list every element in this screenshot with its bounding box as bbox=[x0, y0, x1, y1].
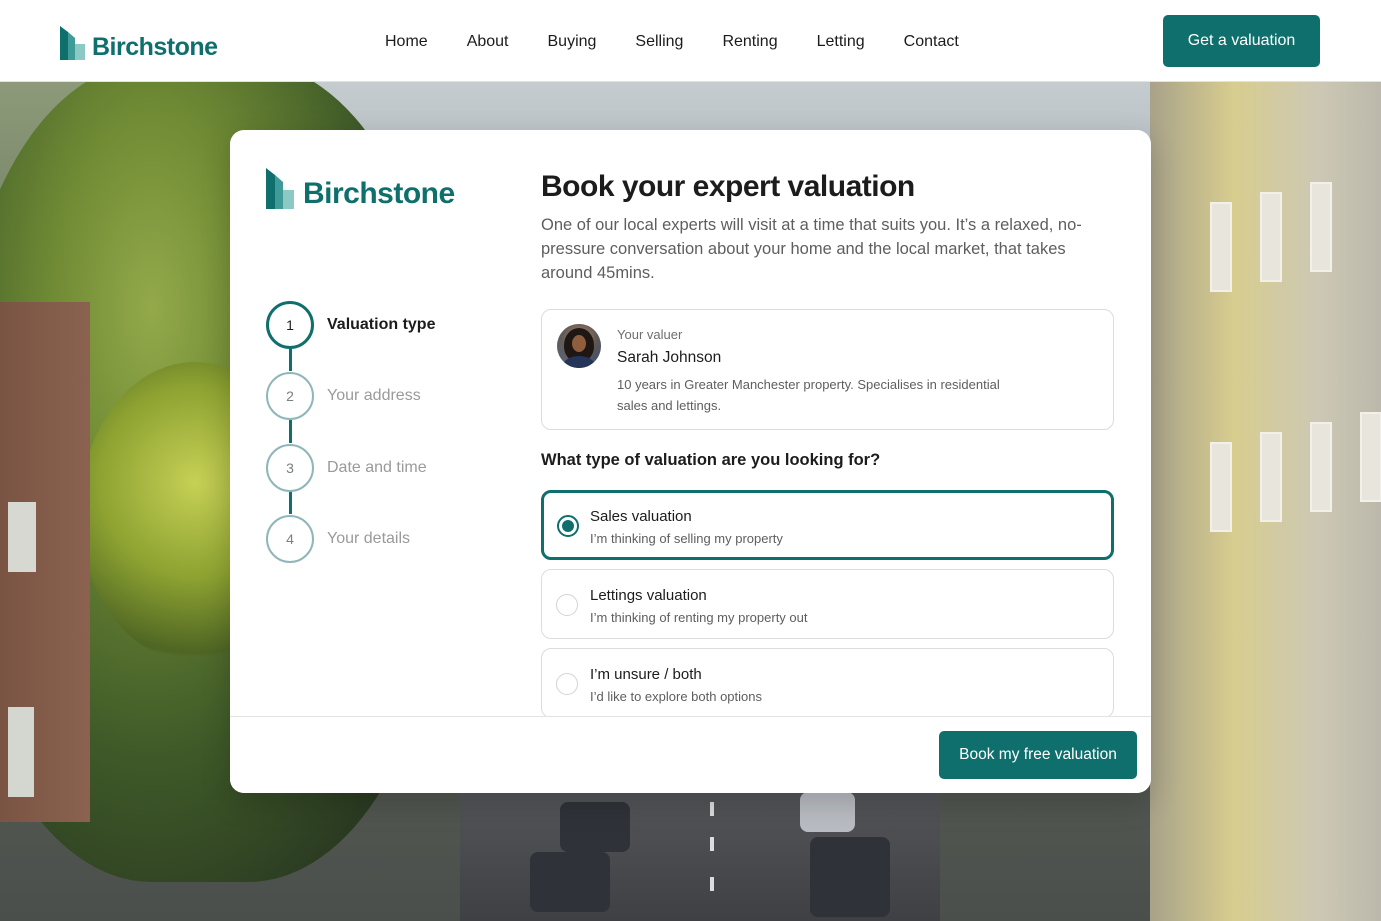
brand-wordmark: Birchstone bbox=[92, 33, 218, 61]
option-unsure-both[interactable]: I’m unsure / both I’d like to explore bo… bbox=[541, 648, 1114, 718]
brand-wordmark: Birchstone bbox=[303, 177, 455, 210]
photo-road bbox=[460, 782, 940, 921]
main-nav: Home About Buying Selling Renting Lettin… bbox=[385, 32, 959, 52]
option-subtitle: I’d like to explore both options bbox=[590, 689, 762, 704]
option-subtitle: I’m thinking of renting my property out bbox=[590, 610, 808, 625]
site-header: Birchstone Home About Buying Selling Ren… bbox=[0, 0, 1381, 82]
step-date-and-time[interactable]: 3 Date and time bbox=[266, 444, 427, 492]
nav-buying[interactable]: Buying bbox=[548, 32, 597, 52]
nav-home[interactable]: Home bbox=[385, 32, 428, 52]
step-label: Your address bbox=[327, 387, 421, 404]
step-valuation-type[interactable]: 1 Valuation type bbox=[266, 301, 435, 349]
option-title: I’m unsure / both bbox=[590, 666, 702, 683]
nav-letting[interactable]: Letting bbox=[817, 32, 865, 52]
valuer-bio: 10 years in Greater Manchester property.… bbox=[617, 377, 1000, 413]
step-your-address[interactable]: 2 Your address bbox=[266, 372, 421, 420]
valuer-card: Your valuer Sarah Johnson 10 years in Gr… bbox=[541, 309, 1114, 430]
radio-selected-icon[interactable] bbox=[557, 515, 579, 537]
option-title: Lettings valuation bbox=[590, 587, 707, 604]
radio-unselected-icon[interactable] bbox=[556, 594, 578, 616]
birchstone-logo-icon bbox=[60, 26, 85, 60]
modal-footer: Book my free valuation bbox=[230, 716, 1151, 793]
nav-contact[interactable]: Contact bbox=[904, 32, 959, 52]
birchstone-logo-icon bbox=[266, 168, 294, 209]
photo-terrace-houses bbox=[1150, 82, 1381, 921]
step-number: 1 bbox=[266, 301, 314, 349]
nav-selling[interactable]: Selling bbox=[635, 32, 683, 52]
valuer-name: Sarah Johnson bbox=[617, 349, 722, 366]
step-connector bbox=[289, 491, 292, 514]
option-sales-valuation[interactable]: Sales valuation I’m thinking of selling … bbox=[541, 490, 1114, 560]
option-lettings-valuation[interactable]: Lettings valuation I’m thinking of renti… bbox=[541, 569, 1114, 639]
step-connector bbox=[289, 348, 292, 371]
get-valuation-button[interactable]: Get a valuation bbox=[1163, 15, 1320, 67]
step-your-details[interactable]: 4 Your details bbox=[266, 515, 410, 563]
book-valuation-button[interactable]: Book my free valuation bbox=[939, 731, 1137, 779]
step-number: 2 bbox=[266, 372, 314, 420]
option-title: Sales valuation bbox=[590, 508, 692, 525]
step-label: Your details bbox=[327, 530, 411, 547]
step-number: 4 bbox=[266, 515, 314, 563]
brand-logo[interactable]: Birchstone bbox=[60, 24, 218, 60]
step-connector bbox=[289, 420, 292, 443]
modal-intro: One of our local experts will visit at a… bbox=[541, 216, 1082, 282]
photo-window bbox=[8, 502, 36, 572]
step-label: Date and time bbox=[327, 459, 427, 476]
valuer-avatar bbox=[557, 324, 601, 368]
nav-about[interactable]: About bbox=[467, 32, 509, 52]
step-label: Valuation type bbox=[327, 316, 436, 333]
modal-title: Book your expert valuation bbox=[541, 170, 915, 203]
option-subtitle: I’m thinking of selling my property bbox=[590, 531, 783, 546]
valuer-kicker: Your valuer bbox=[617, 327, 683, 342]
modal-brand-logo: Birchstone bbox=[266, 167, 455, 209]
radio-unselected-icon[interactable] bbox=[556, 673, 578, 695]
valuation-type-question: What type of valuation are you looking f… bbox=[541, 451, 881, 469]
nav-renting[interactable]: Renting bbox=[722, 32, 777, 52]
photo-window bbox=[8, 707, 34, 797]
step-number: 3 bbox=[266, 444, 314, 492]
booking-modal: Birchstone 1 Valuation type 2 Your addre… bbox=[230, 130, 1151, 793]
